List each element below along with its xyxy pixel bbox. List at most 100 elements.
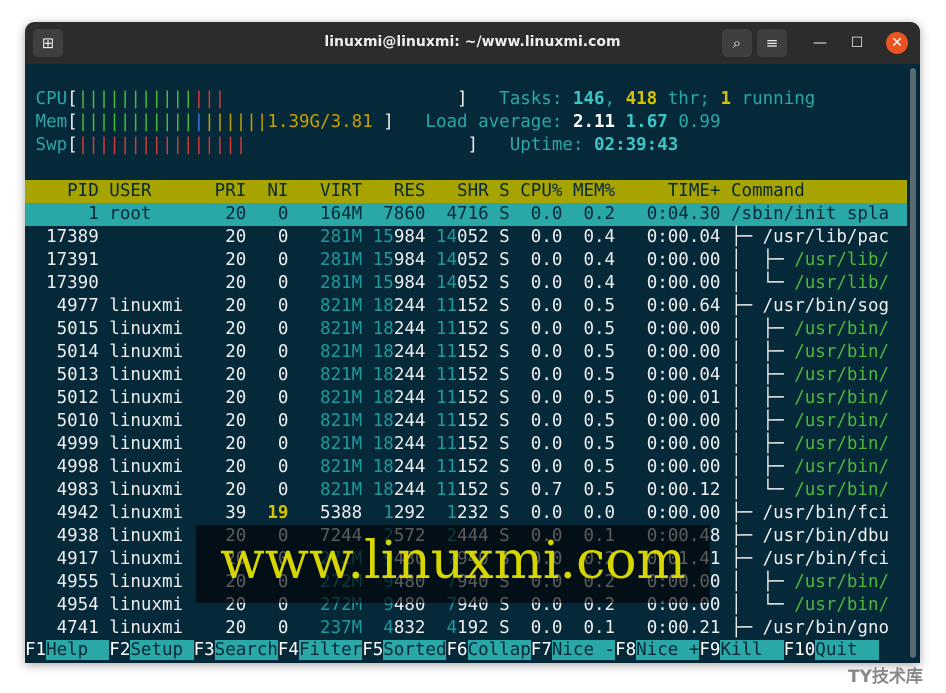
tree-branch: │ └─: [731, 480, 795, 500]
command-cell: /usr/bin/: [794, 572, 890, 592]
process-row[interactable]: 17390 20 0 281M 15984 14052 S 0.0 0.4 0:…: [25, 272, 907, 295]
process-row[interactable]: 5013 linuxmi 20 0 821M 18244 11152 S 0.0…: [25, 364, 907, 387]
mem-cell: 0.5: [562, 434, 616, 454]
user-cell: linuxmi: [98, 365, 205, 385]
fkey-f8[interactable]: F8: [615, 640, 636, 660]
process-row[interactable]: 4741 linuxmi 20 0 237M 4832 4192 S 0.0 0…: [25, 617, 907, 640]
fkey-label-f7[interactable]: Nice -: [551, 640, 616, 660]
virt-cell: 821M: [288, 296, 363, 316]
pri-cell: 20: [204, 457, 247, 477]
shr-cell-high: 11: [425, 365, 458, 385]
tree-branch: │ └─: [731, 273, 795, 293]
command-cell: /usr/bin/sog: [762, 296, 890, 316]
column-header-shr: SHR: [425, 181, 489, 201]
maximize-icon[interactable]: ☐: [843, 29, 871, 57]
process-row[interactable]: 4999 linuxmi 20 0 821M 18244 11152 S 0.0…: [25, 433, 907, 456]
fkey-label-f9[interactable]: Kill: [720, 640, 784, 660]
swp-meter: Swp[|||||||||||||||| ] Uptime: 02:39:43: [35, 135, 679, 155]
close-icon[interactable]: ✕: [886, 32, 908, 54]
fkey-label-f2[interactable]: Setup: [130, 640, 194, 660]
process-row[interactable]: 17389 20 0 281M 15984 14052 S 0.0 0.4 0:…: [25, 226, 907, 249]
time-cell: 0:00.64: [615, 296, 721, 316]
time-cell: 0:00.00: [615, 434, 721, 454]
shr-cell: 052: [457, 227, 489, 247]
shr-cell-high: 11: [425, 434, 458, 454]
res-cell: 7860: [362, 204, 426, 224]
virt-cell: 821M: [288, 434, 363, 454]
user-cell: linuxmi: [98, 526, 205, 546]
process-row[interactable]: 5014 linuxmi 20 0 821M 18244 11152 S 0.0…: [25, 341, 907, 364]
tree-branch: ├─: [731, 227, 763, 247]
shr-cell-high: 11: [425, 411, 458, 431]
mem-cell: 0.0: [562, 503, 616, 523]
load-15min: 0.99: [678, 112, 721, 132]
process-row[interactable]: 4942 linuxmi 39 19 5388 1292 1232 S 0.0 …: [25, 502, 907, 525]
res-cell: 244: [393, 342, 426, 362]
fkey-f3[interactable]: F3: [194, 640, 215, 660]
cpu-cell: 0.0: [509, 365, 563, 385]
fkey-label-f3[interactable]: Search: [214, 640, 278, 660]
fkey-f2[interactable]: F2: [109, 640, 130, 660]
cpu-cell: 0.0: [509, 503, 563, 523]
fkey-f7[interactable]: F7: [531, 640, 552, 660]
fkey-f1[interactable]: F1: [25, 640, 46, 660]
time-cell: 0:00.01: [615, 388, 721, 408]
column-header-ni: NI: [246, 181, 289, 201]
virt-cell: 821M: [288, 388, 363, 408]
process-row[interactable]: 5010 linuxmi 20 0 821M 18244 11152 S 0.0…: [25, 410, 907, 433]
res-cell: 244: [393, 457, 426, 477]
cpu-cell: 0.0: [509, 296, 563, 316]
res-cell-high: 15: [362, 273, 394, 293]
process-row[interactable]: 4977 linuxmi 20 0 821M 18244 11152 S 0.0…: [25, 295, 907, 318]
pid-cell: 4999: [25, 434, 99, 454]
fkey-label-f4[interactable]: Filter: [298, 640, 363, 660]
mem-cell: 0.2: [562, 204, 616, 224]
corner-badge: TY技术库: [848, 667, 923, 687]
minimize-icon[interactable]: —: [806, 29, 834, 57]
process-row-selected[interactable]: 1 root 20 0 164M 7860 4716 S 0.0 0.2 0:0…: [25, 203, 907, 226]
ni-cell: 0: [246, 250, 289, 270]
scrollbar[interactable]: [910, 68, 916, 658]
running-count: 1: [720, 89, 732, 109]
ni-cell: 0: [246, 273, 289, 293]
fkey-label-f10[interactable]: Quit: [815, 640, 879, 660]
threads-count: 418: [625, 89, 658, 109]
fkey-f6[interactable]: F6: [446, 640, 467, 660]
pid-cell: 5015: [25, 319, 99, 339]
column-header-cpu: CPU%: [509, 181, 563, 201]
tree-branch: │ └─: [731, 595, 795, 615]
fkey-f10[interactable]: F10: [784, 640, 816, 660]
pri-cell: 20: [204, 388, 247, 408]
shr-cell-high: 11: [425, 342, 458, 362]
fkey-f4[interactable]: F4: [278, 640, 299, 660]
fkey-label-f1[interactable]: Help: [46, 640, 110, 660]
menu-icon[interactable]: ≡: [757, 29, 787, 57]
process-row[interactable]: 5012 linuxmi 20 0 821M 18244 11152 S 0.0…: [25, 387, 907, 410]
res-cell: 984: [393, 273, 426, 293]
cpu-cell: 0.0: [509, 204, 563, 224]
user-cell: [99, 227, 204, 247]
cpu-cell: 0.0: [509, 457, 563, 477]
fkey-f5[interactable]: F5: [362, 640, 383, 660]
time-cell: 0:00.00: [615, 411, 721, 431]
shr-cell-high: 1: [425, 503, 458, 523]
user-cell: linuxmi: [98, 388, 205, 408]
process-row[interactable]: 17391 20 0 281M 15984 14052 S 0.0 0.4 0:…: [25, 249, 907, 272]
virt-cell: 821M: [288, 457, 363, 477]
pid-cell: 4955: [25, 572, 99, 592]
pri-cell: 20: [204, 204, 247, 224]
pid-cell: 4741: [25, 618, 99, 638]
process-row[interactable]: 5015 linuxmi 20 0 821M 18244 11152 S 0.0…: [25, 318, 907, 341]
process-row[interactable]: 4998 linuxmi 20 0 821M 18244 11152 S 0.0…: [25, 456, 907, 479]
fkey-label-f8[interactable]: Nice +: [636, 640, 700, 660]
cpu-cell: 0.0: [509, 319, 563, 339]
fkey-label-f6[interactable]: Collap: [467, 640, 531, 660]
cpu-cell: 0.0: [509, 434, 563, 454]
cpu-cell: 0.0: [509, 618, 563, 638]
fkey-f9[interactable]: F9: [699, 640, 720, 660]
search-icon[interactable]: ⌕: [722, 29, 752, 57]
process-row[interactable]: 4983 linuxmi 20 0 821M 18244 11152 S 0.7…: [25, 479, 907, 502]
shr-cell: 232: [457, 503, 489, 523]
watermark: www.linuxmi.com: [196, 525, 710, 603]
fkey-label-f5[interactable]: Sorted: [383, 640, 447, 660]
